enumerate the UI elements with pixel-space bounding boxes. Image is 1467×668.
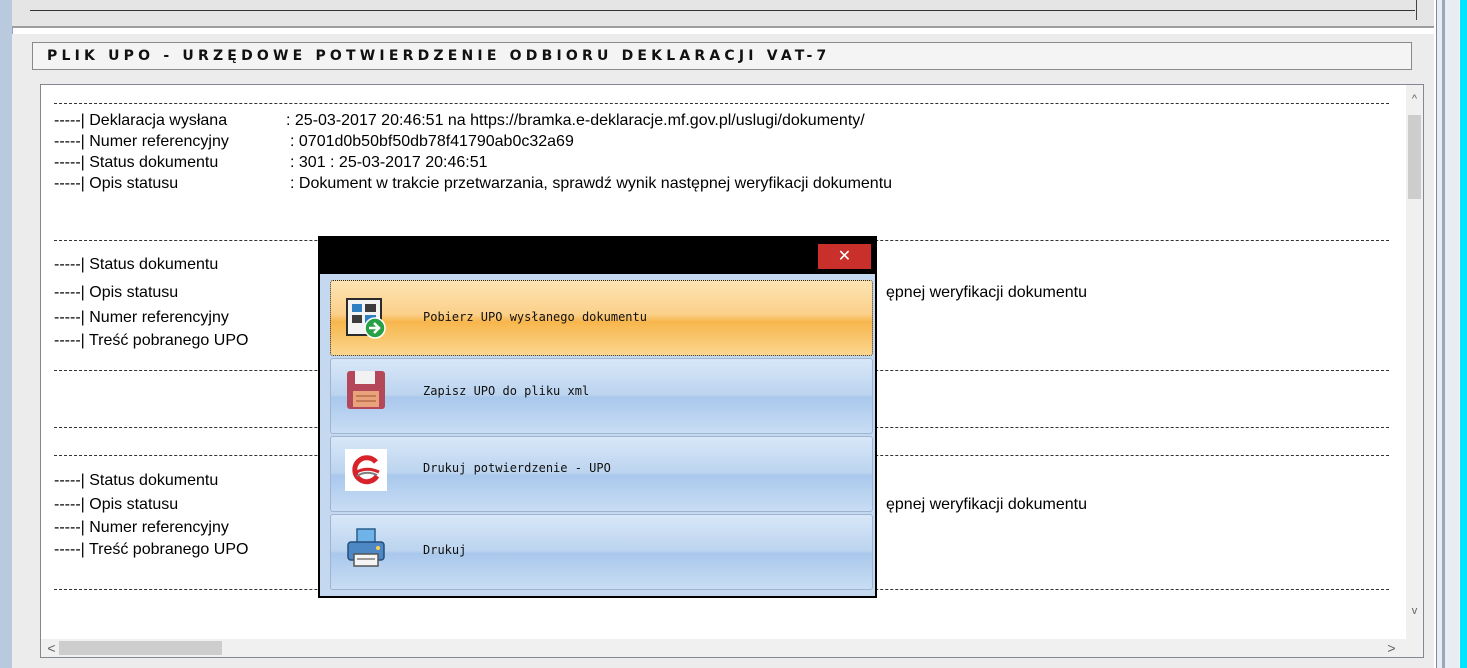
- scroll-up-arrow-icon[interactable]: ^: [1406, 91, 1423, 108]
- scroll-left-arrow-icon[interactable]: <: [43, 639, 60, 657]
- menu-item-print[interactable]: Drukuj: [330, 514, 873, 590]
- log-value: : Dokument w trakcie przetwarzania, spra…: [290, 175, 893, 192]
- log-label: Opis statusu: [89, 496, 179, 513]
- vertical-scroll-thumb[interactable]: [1408, 115, 1421, 199]
- log-label: Status dokumentu: [89, 472, 219, 489]
- log-label: Status dokumentu: [89, 256, 219, 273]
- log-value: : 0701d0b50bf50db78f41790ab0c32a69: [290, 133, 574, 150]
- menu-item-label: Zapisz UPO do pliku xml: [423, 384, 590, 398]
- menu-item-label: Drukuj: [423, 543, 467, 557]
- separator: [54, 103, 1389, 104]
- menu-item-label: Drukuj potwierdzenie - UPO: [423, 461, 611, 475]
- panel-title-bar: PLIK UPO - URZĘDOWE POTWIERDZENIE ODBIOR…: [32, 42, 1412, 70]
- scroll-down-arrow-icon[interactable]: v: [1406, 603, 1423, 620]
- close-button[interactable]: ✕: [818, 244, 871, 269]
- cyan-edge: [1460, 0, 1467, 668]
- log-label: Treść pobranego UPO: [88, 541, 249, 558]
- close-icon: ✕: [837, 248, 852, 265]
- scrollbar-corner: [1406, 639, 1423, 657]
- log-value: ępnej weryfikacji dokumentu: [886, 284, 1087, 301]
- menu-item-save-xml[interactable]: Zapisz UPO do pliku xml: [330, 358, 873, 434]
- top-panel-divider: [1416, 0, 1417, 20]
- popup-titlebar: ✕: [320, 238, 875, 274]
- menu-item-label: Pobierz UPO wysłanego dokumentu: [423, 310, 647, 324]
- top-panel: [12, 0, 1434, 28]
- panel-title: PLIK UPO - URZĘDOWE POTWIERDZENIE ODBIOR…: [47, 48, 831, 64]
- horizontal-scrollbar[interactable]: < >: [41, 639, 1406, 657]
- log-value: ępnej weryfikacji dokumentu: [886, 496, 1087, 513]
- log-label: Deklaracja wysłana: [89, 112, 228, 129]
- log-value: : 301 : 25-03-2017 20:46:51: [290, 154, 488, 171]
- printer-icon: [347, 528, 385, 567]
- horizontal-scroll-thumb[interactable]: [59, 641, 222, 655]
- menu-item-print-confirmation[interactable]: Drukuj potwierdzenie - UPO: [330, 436, 873, 512]
- frame-divider: [1442, 0, 1445, 668]
- log-label: Opis statusu: [89, 284, 179, 301]
- log-label: Numer referencyjny: [89, 133, 229, 150]
- log-label: Numer referencyjny: [89, 519, 229, 536]
- upo-popup-menu: ✕ Pobierz UPO wysłanego dokumentu Zapisz…: [318, 236, 877, 598]
- log-label: Opis statusu: [89, 175, 179, 192]
- log-label: Status dokumentu: [89, 154, 219, 171]
- floppy-disk-icon: [347, 371, 385, 409]
- right-frame-band: [1436, 0, 1459, 668]
- vertical-scrollbar[interactable]: ^ v: [1406, 85, 1423, 640]
- top-rule: [30, 10, 1415, 11]
- menu-item-download-upo[interactable]: Pobierz UPO wysłanego dokumentu: [330, 280, 873, 356]
- download-upo-icon: [346, 298, 386, 339]
- scroll-right-arrow-icon[interactable]: >: [1383, 639, 1400, 657]
- log-value: : 25-03-2017 20:46:51 na https://bramka.…: [286, 112, 865, 129]
- log-label: Numer referencyjny: [89, 309, 229, 326]
- red-logo-icon: [345, 449, 387, 491]
- log-label: Treść pobranego UPO: [88, 332, 249, 349]
